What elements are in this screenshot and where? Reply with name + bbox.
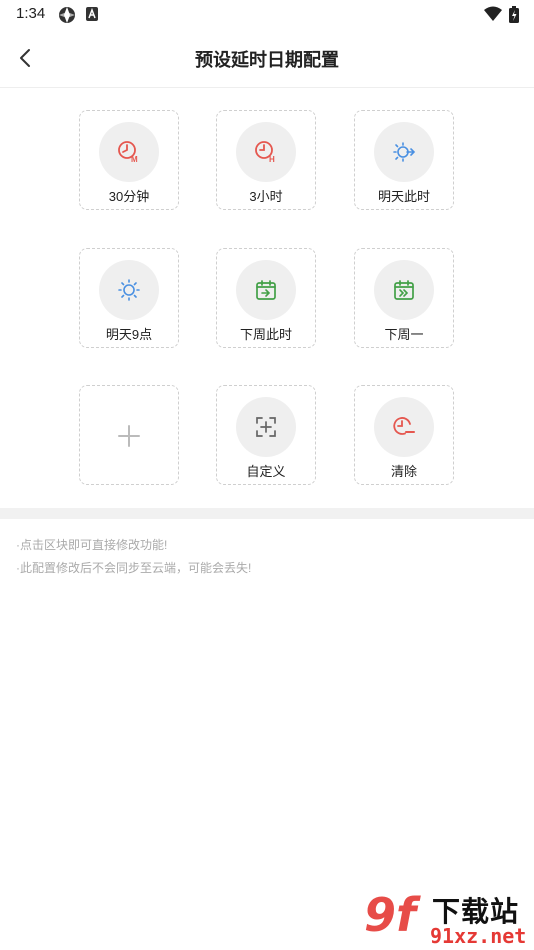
hint-text: ·点击区块即可直接修改功能! bbox=[16, 538, 168, 552]
svg-text:H: H bbox=[269, 155, 275, 164]
tile-icon-circle bbox=[236, 260, 296, 320]
sun-arrow-icon bbox=[393, 142, 416, 162]
battery-icon bbox=[508, 6, 520, 29]
tile-30-minutes[interactable]: M 30分钟 bbox=[79, 110, 179, 210]
svg-text:M: M bbox=[131, 155, 138, 164]
clock-h-icon: H bbox=[255, 141, 275, 164]
tile-label: 自定义 bbox=[246, 464, 286, 479]
tile-3-hours[interactable]: H 3小时 bbox=[216, 110, 316, 210]
app-notification-icon bbox=[85, 6, 99, 27]
tile-label: 30分钟 bbox=[108, 189, 150, 204]
custom-add-icon bbox=[256, 417, 276, 437]
tile-icon-circle: H bbox=[236, 122, 296, 182]
tile-icon-circle bbox=[99, 260, 159, 320]
tile-icon-circle bbox=[236, 397, 296, 457]
tile-icon-circle: M bbox=[99, 122, 159, 182]
watermark-url: 91xz.net bbox=[430, 924, 527, 948]
hint-text: ·此配置修改后不会同步至云端，可能会丢失! bbox=[16, 561, 252, 575]
site-watermark: 9f 下载站 91xz.net bbox=[360, 886, 534, 950]
watermark-logo: 9f bbox=[364, 888, 417, 942]
wifi-icon bbox=[484, 6, 502, 27]
plus-icon bbox=[80, 386, 178, 484]
tile-icon-circle bbox=[374, 260, 434, 320]
status-bar: 1:34 bbox=[0, 0, 534, 28]
section-divider bbox=[0, 508, 534, 519]
tile-next-week-same-time[interactable]: 下周此时 bbox=[216, 248, 316, 348]
tile-label: 明天9点 bbox=[105, 327, 153, 342]
tile-label: 下周此时 bbox=[239, 327, 292, 342]
tile-icon-circle bbox=[374, 122, 434, 182]
aperture-icon bbox=[58, 6, 76, 29]
tile-label: 清除 bbox=[390, 464, 417, 479]
calendar-arrow-icon bbox=[256, 280, 276, 300]
tile-add-new[interactable] bbox=[79, 385, 179, 485]
clock-m-icon: M bbox=[118, 141, 138, 164]
tile-label: 3小时 bbox=[249, 189, 283, 204]
tile-label: 下周一 bbox=[384, 327, 424, 342]
tile-tomorrow-9am[interactable]: 明天9点 bbox=[79, 248, 179, 348]
tile-clear[interactable]: 清除 bbox=[354, 385, 454, 485]
tile-custom[interactable]: 自定义 bbox=[216, 385, 316, 485]
status-time: 1:34 bbox=[16, 5, 46, 22]
tile-icon-circle bbox=[374, 397, 434, 457]
app-bar: 预设延时日期配置 bbox=[0, 28, 534, 88]
calendar-forward-icon bbox=[394, 280, 414, 300]
tile-next-monday[interactable]: 下周一 bbox=[354, 248, 454, 348]
clock-clear-icon bbox=[393, 417, 415, 435]
page-title: 预设延时日期配置 bbox=[195, 50, 339, 70]
tile-tomorrow-same-time[interactable]: 明天此时 bbox=[354, 110, 454, 210]
tile-label: 明天此时 bbox=[377, 189, 430, 204]
sun-icon bbox=[118, 279, 140, 301]
